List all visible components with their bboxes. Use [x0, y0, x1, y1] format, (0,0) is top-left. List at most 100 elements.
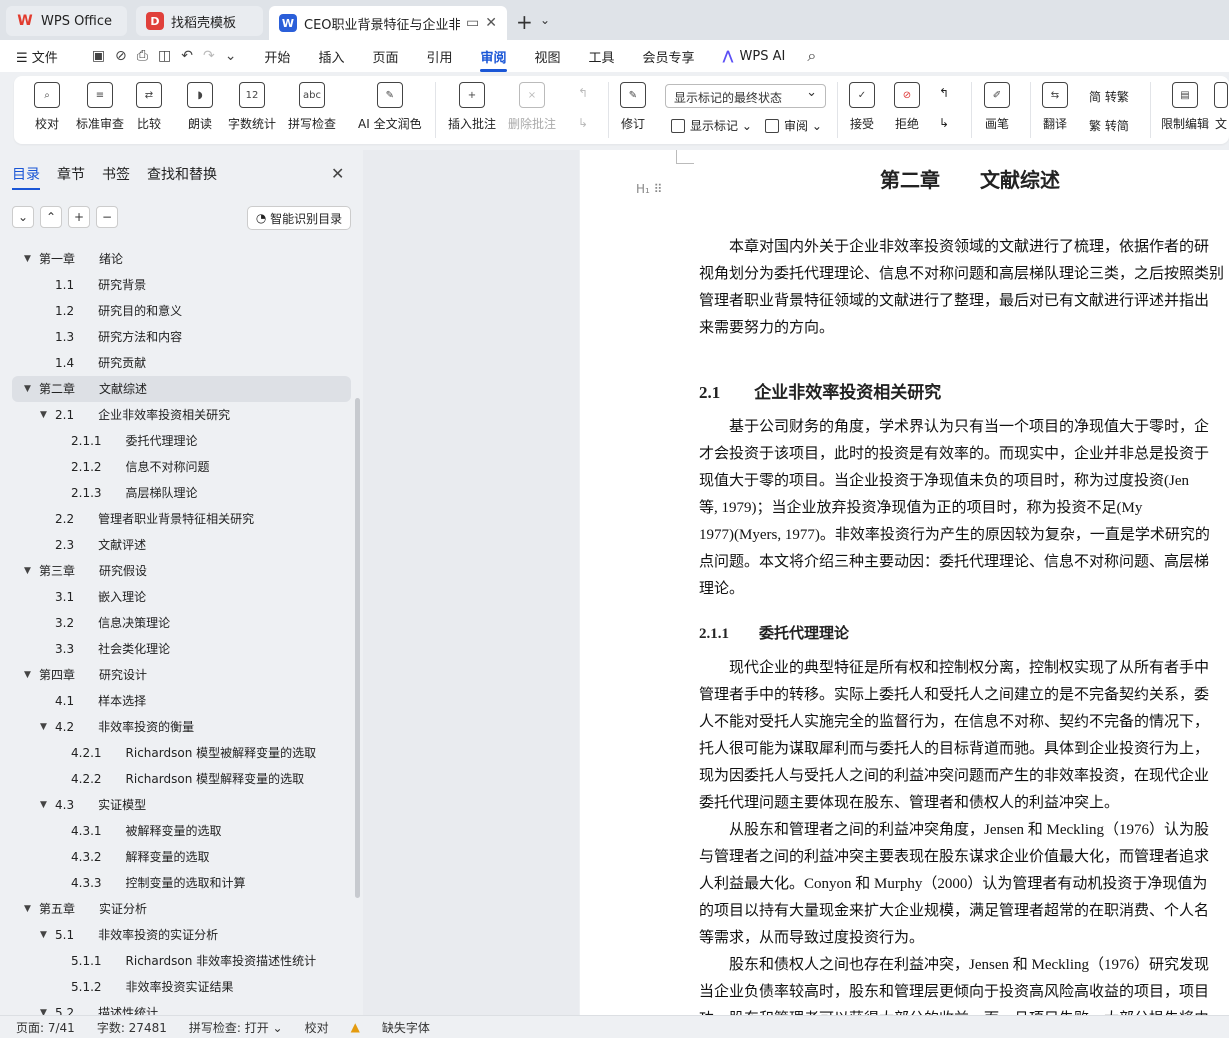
add-icon[interactable]: +: [68, 206, 90, 228]
toc-item[interactable]: 3.3 社会类化理论: [12, 636, 351, 662]
expand-triangle-icon[interactable]: ▼: [24, 662, 31, 688]
chevron-down-icon[interactable]: ⌄: [12, 206, 34, 228]
read-aloud-button[interactable]: ◗ 朗读: [187, 82, 213, 132]
revise-button[interactable]: ✎ 修订: [620, 82, 646, 132]
review-pane-button[interactable]: 审阅 ⌄: [765, 117, 822, 134]
toc-item[interactable]: 2.3 文献评述: [12, 532, 351, 558]
more-chevron-icon[interactable]: ⌄: [225, 48, 237, 64]
page-indicator[interactable]: 页面: 7/41: [16, 1019, 75, 1036]
print-preview-icon[interactable]: ◫: [158, 48, 171, 64]
toc-item[interactable]: 3.2 信息决策理论: [12, 610, 351, 636]
tab-list-chevron-icon[interactable]: ⌄: [540, 13, 550, 27]
toc-item[interactable]: ▼ 第四章 研究设计: [12, 662, 351, 688]
menu-member[interactable]: 会员专享: [643, 41, 695, 72]
toc-item[interactable]: 2.1.2 信息不对称问题: [12, 454, 351, 480]
show-markup-button[interactable]: 显示标记 ⌄: [671, 117, 752, 134]
tab-document[interactable]: W CEO职业背景特征与企业非效率 ▭ ✕: [269, 6, 507, 40]
menu-tools[interactable]: 工具: [589, 41, 615, 72]
toc-item[interactable]: 2.2 管理者职业背景特征相关研究: [12, 506, 351, 532]
compare-button[interactable]: ⇄ 比较: [136, 82, 162, 132]
std-review-button[interactable]: ≡ 标准审查: [76, 82, 124, 132]
reject-button[interactable]: ⊘ 拒绝: [894, 82, 920, 132]
toc-item[interactable]: 1.4 研究贡献: [12, 350, 351, 376]
expand-triangle-icon[interactable]: ▼: [40, 714, 47, 740]
restrict-edit-button[interactable]: ▤ 限制编辑: [1161, 82, 1209, 132]
insert-comment-button[interactable]: + 插入批注: [448, 82, 496, 132]
toc-item[interactable]: ▼ 第三章 研究假设: [12, 558, 351, 584]
toc-item[interactable]: ▼ 2.1 企业非效率投资相关研究: [12, 402, 351, 428]
to-simplified-button[interactable]: 繁 转简: [1089, 117, 1129, 134]
toc-item[interactable]: 1.1 研究背景: [12, 272, 351, 298]
menu-reference[interactable]: 引用: [426, 41, 452, 72]
file-menu[interactable]: ☰ 文件: [16, 47, 72, 66]
heading-drag-handle-icon[interactable]: H₁ ⠿: [636, 182, 662, 196]
markup-state-select[interactable]: 显示标记的最终状态: [665, 84, 826, 108]
proof-status[interactable]: 校对: [305, 1019, 329, 1036]
toc-item[interactable]: 1.3 研究方法和内容: [12, 324, 351, 350]
expand-triangle-icon[interactable]: ▼: [24, 376, 31, 402]
tab-find-replace[interactable]: 查找和替换: [147, 164, 217, 184]
word-count-indicator[interactable]: 字数: 27481: [97, 1019, 167, 1036]
redo-icon[interactable]: ↷: [203, 48, 215, 64]
expand-triangle-icon[interactable]: ▼: [24, 558, 31, 584]
menu-review[interactable]: 审阅: [480, 41, 507, 72]
link-icon[interactable]: ⊘: [115, 48, 127, 64]
menu-start[interactable]: 开始: [264, 41, 290, 72]
expand-triangle-icon[interactable]: ▼: [40, 922, 47, 948]
tab-wps-office[interactable]: W WPS Office: [6, 6, 127, 36]
expand-triangle-icon[interactable]: ▼: [24, 246, 31, 272]
toc-item[interactable]: ▼ 第二章 文献综述: [12, 376, 351, 402]
spell-check-toggle[interactable]: 拼写检查: 打开 ⌄: [189, 1019, 283, 1036]
missing-font-status[interactable]: 缺失字体: [382, 1019, 430, 1036]
toc-item[interactable]: 4.1 样本选择: [12, 688, 351, 714]
to-traditional-button[interactable]: 简 转繁: [1089, 88, 1129, 105]
expand-triangle-icon[interactable]: ▼: [40, 402, 47, 428]
expand-triangle-icon[interactable]: ▼: [40, 792, 47, 818]
prev-change-icon[interactable]: ↰: [939, 86, 949, 100]
toc-item[interactable]: ▼ 4.3 实证模型: [12, 792, 351, 818]
toc-item[interactable]: ▼ 4.2 非效率投资的衡量: [12, 714, 351, 740]
save-icon[interactable]: ▣: [92, 48, 105, 64]
tab-toc[interactable]: 目录: [12, 164, 40, 190]
menu-page[interactable]: 页面: [372, 41, 398, 72]
prev-comment-icon[interactable]: ↰: [578, 86, 588, 100]
document-page[interactable]: H₁ ⠿ 第二章 文献综述 本章对国内外关于企业非效率投资领域的文献进行了梳理，…: [580, 150, 1229, 1015]
word-count-button[interactable]: 12 字数统计: [228, 82, 276, 132]
toc-item[interactable]: 3.1 嵌入理论: [12, 584, 351, 610]
toc-item[interactable]: 1.2 研究目的和意义: [12, 298, 351, 324]
search-icon[interactable]: ⌕: [807, 46, 816, 66]
toc-item[interactable]: 4.3.1 被解释变量的选取: [12, 818, 351, 844]
menu-insert[interactable]: 插入: [318, 41, 344, 72]
monitor-icon[interactable]: ▭: [466, 15, 479, 31]
toc-item[interactable]: 5.1.2 非效率投资实证结果: [12, 974, 351, 1000]
wps-ai-button[interactable]: ⋀ WPS AI: [723, 49, 786, 64]
translate-button[interactable]: ⇆ 翻译: [1042, 82, 1068, 132]
tab-sections[interactable]: 章节: [57, 164, 85, 184]
toc-item[interactable]: 4.3.3 控制变量的选取和计算: [12, 870, 351, 896]
toc-item[interactable]: 2.1.3 高层梯队理论: [12, 480, 351, 506]
toc-item[interactable]: ▼ 5.1 非效率投资的实证分析: [12, 922, 351, 948]
expand-triangle-icon[interactable]: ▼: [24, 896, 31, 922]
toc-item[interactable]: 4.2.2 Richardson 模型解释变量的选取: [12, 766, 351, 792]
ai-polish-button[interactable]: ✎ AI 全文润色: [358, 82, 422, 132]
spell-check-button[interactable]: abc 拼写检查: [288, 82, 336, 132]
next-comment-icon[interactable]: ↳: [578, 116, 588, 130]
remove-icon[interactable]: −: [96, 206, 118, 228]
sidebar-scrollbar[interactable]: [355, 398, 360, 898]
delete-comment-button[interactable]: × 删除批注: [508, 82, 556, 132]
tab-template[interactable]: D 找稻壳模板: [136, 6, 263, 36]
pen-button[interactable]: ✐ 画笔: [984, 82, 1010, 132]
accept-button[interactable]: ✓ 接受: [849, 82, 875, 132]
proof-button[interactable]: ⌕ 校对: [34, 82, 60, 132]
close-tab-icon[interactable]: ✕: [485, 15, 497, 31]
chevron-up-icon[interactable]: ⌃: [40, 206, 62, 228]
toc-item[interactable]: ▼ 第一章 绪论: [12, 246, 351, 272]
next-change-icon[interactable]: ↳: [939, 116, 949, 130]
toc-item[interactable]: 4.2.1 Richardson 模型被解释变量的选取: [12, 740, 351, 766]
new-tab-plus-icon[interactable]: +: [516, 10, 533, 34]
toc-item[interactable]: 2.1.1 委托代理理论: [12, 428, 351, 454]
print-icon[interactable]: ⎙: [137, 48, 148, 64]
toc-item[interactable]: 5.1.1 Richardson 非效率投资描述性统计: [12, 948, 351, 974]
smart-toc-button[interactable]: ◔ 智能识别目录: [247, 206, 351, 230]
more-button[interactable]: 文: [1214, 82, 1228, 132]
